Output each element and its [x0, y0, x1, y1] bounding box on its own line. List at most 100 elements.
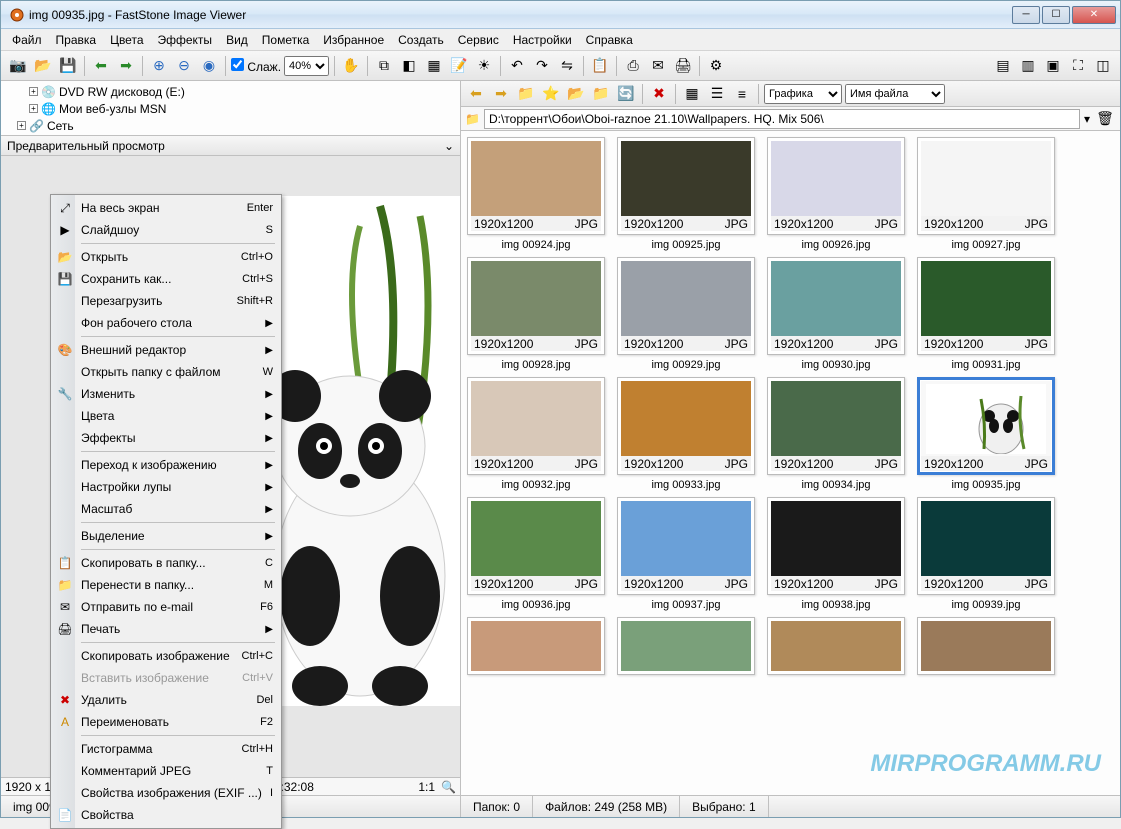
folder1-icon[interactable]: 📂: [565, 83, 587, 105]
thumb-item[interactable]: 1920x1200JPGimg 00926.jpg: [767, 137, 905, 251]
minimize-button[interactable]: ─: [1012, 6, 1040, 24]
forward-icon[interactable]: ➡: [490, 83, 512, 105]
path-input[interactable]: D:\торрент\Обои\Oboi-raznoe 21.10\Wallpa…: [484, 109, 1080, 129]
thumb-item[interactable]: [917, 617, 1055, 675]
context-menu-item[interactable]: ГистограммаCtrl+H: [53, 738, 279, 760]
context-menu-item[interactable]: ⤢На весь экранEnter: [53, 197, 279, 219]
thumb-item[interactable]: 1920x1200JPGimg 00938.jpg: [767, 497, 905, 611]
context-menu-item[interactable]: Открыть папку с файломW: [53, 361, 279, 383]
context-menu-item[interactable]: Эффекты▶: [53, 427, 279, 449]
crop-icon[interactable]: ⧉: [373, 55, 395, 77]
thumb-item[interactable]: 1920x1200JPGimg 00930.jpg: [767, 257, 905, 371]
fav-icon[interactable]: ⭐: [540, 83, 562, 105]
thumb-item[interactable]: 1920x1200JPGimg 00936.jpg: [467, 497, 605, 611]
resize-icon[interactable]: ◧: [398, 55, 420, 77]
context-menu-item[interactable]: Настройки лупы▶: [53, 476, 279, 498]
rotate-right-icon[interactable]: ↷: [531, 55, 553, 77]
view2-icon[interactable]: ▥: [1017, 55, 1039, 77]
next-icon[interactable]: ➡: [115, 55, 137, 77]
context-menu-item[interactable]: ✖УдалитьDel: [53, 689, 279, 711]
context-menu-item[interactable]: Скопировать изображениеCtrl+C: [53, 645, 279, 667]
rotate-left-icon[interactable]: ↶: [506, 55, 528, 77]
context-menu-item[interactable]: Цвета▶: [53, 405, 279, 427]
context-menu-item[interactable]: 📁Перенести в папку...M: [53, 574, 279, 596]
context-menu-item[interactable]: Фон рабочего стола▶: [53, 312, 279, 334]
context-menu-item[interactable]: 💾Сохранить как...Ctrl+S: [53, 268, 279, 290]
tree-item[interactable]: +💿DVD RW дисковод (E:): [5, 83, 456, 100]
detail-icon[interactable]: ≡: [731, 83, 753, 105]
menu-сервис[interactable]: Сервис: [451, 31, 506, 49]
up-icon[interactable]: 📁: [515, 83, 537, 105]
thumb-item[interactable]: [767, 617, 905, 675]
menu-настройки[interactable]: Настройки: [506, 31, 579, 49]
back-icon[interactable]: ⬅: [465, 83, 487, 105]
menu-вид[interactable]: Вид: [219, 31, 255, 49]
view3-icon[interactable]: ▣: [1042, 55, 1064, 77]
thumb-item[interactable]: 1920x1200JPGimg 00933.jpg: [617, 377, 755, 491]
context-menu-item[interactable]: Переход к изображению▶: [53, 454, 279, 476]
thumbnail-grid[interactable]: 1920x1200JPGimg 00924.jpg1920x1200JPGimg…: [461, 131, 1120, 795]
zoom-out-icon[interactable]: ⊖: [173, 55, 195, 77]
thumb-item[interactable]: 1920x1200JPGimg 00927.jpg: [917, 137, 1055, 251]
context-menu-item[interactable]: 📋Скопировать в папку...C: [53, 552, 279, 574]
thumb-item[interactable]: 1920x1200JPGimg 00931.jpg: [917, 257, 1055, 371]
expand-icon[interactable]: +: [29, 104, 38, 113]
prev-icon[interactable]: ⬅: [90, 55, 112, 77]
refresh-icon[interactable]: 🔄: [615, 83, 637, 105]
zoom-in-icon[interactable]: ⊕: [148, 55, 170, 77]
grid-icon[interactable]: ▦: [681, 83, 703, 105]
thumb-item[interactable]: 1920x1200JPGimg 00937.jpg: [617, 497, 755, 611]
context-menu-item[interactable]: 🔧Изменить▶: [53, 383, 279, 405]
settings-icon[interactable]: ⚙: [705, 55, 727, 77]
thumb-item[interactable]: 1920x1200JPGimg 00934.jpg: [767, 377, 905, 491]
clipboard-icon[interactable]: 📋: [589, 55, 611, 77]
context-menu-item[interactable]: 🖨Печать▶: [53, 618, 279, 640]
view1-icon[interactable]: ▤: [992, 55, 1014, 77]
print-icon[interactable]: 🖨: [672, 55, 694, 77]
hand-icon[interactable]: ✋: [340, 55, 362, 77]
tree-item[interactable]: +🌐Мои веб-узлы MSN: [5, 100, 456, 117]
menu-создать[interactable]: Создать: [391, 31, 451, 49]
flip-icon[interactable]: ⇋: [556, 55, 578, 77]
thumb-item[interactable]: 1920x1200JPGimg 00925.jpg: [617, 137, 755, 251]
compare-icon[interactable]: ◫: [1092, 55, 1114, 77]
tree-item[interactable]: +🔗Сеть: [5, 117, 456, 134]
maximize-button[interactable]: ☐: [1042, 6, 1070, 24]
expand-icon[interactable]: +: [17, 121, 26, 130]
view-select[interactable]: Графика: [764, 84, 842, 104]
context-menu-item[interactable]: 📄Свойства: [53, 804, 279, 826]
expand-icon[interactable]: +: [29, 87, 38, 96]
thumb-item[interactable]: 1920x1200JPGimg 00929.jpg: [617, 257, 755, 371]
context-menu-item[interactable]: Масштаб▶: [53, 498, 279, 520]
save-icon[interactable]: 💾: [57, 55, 79, 77]
menu-эффекты[interactable]: Эффекты: [151, 31, 220, 49]
context-menu-item[interactable]: 🎨Внешний редактор▶: [53, 339, 279, 361]
thumb-item[interactable]: 1920x1200JPGimg 00928.jpg: [467, 257, 605, 371]
context-menu-item[interactable]: Выделение▶: [53, 525, 279, 547]
menu-справка[interactable]: Справка: [579, 31, 640, 49]
context-menu-item[interactable]: ▶СлайдшоуS: [53, 219, 279, 241]
fullscreen-icon[interactable]: ⛶: [1067, 55, 1089, 77]
dropdown-icon[interactable]: ▾: [1084, 112, 1090, 126]
sort-select[interactable]: Имя файла: [845, 84, 945, 104]
context-menu-item[interactable]: ПерезагрузитьShift+R: [53, 290, 279, 312]
close-button[interactable]: ✕: [1072, 6, 1116, 24]
thumb-item[interactable]: 1920x1200JPGimg 00932.jpg: [467, 377, 605, 491]
canvas-icon[interactable]: ▦: [423, 55, 445, 77]
menu-пометка[interactable]: Пометка: [255, 31, 317, 49]
zoom-icon[interactable]: 🔍: [441, 780, 456, 794]
thumb-item[interactable]: 1920x1200JPGimg 00924.jpg: [467, 137, 605, 251]
adjust-icon[interactable]: ☀: [473, 55, 495, 77]
thumb-item[interactable]: 1920x1200JPGimg 00935.jpg: [917, 377, 1055, 491]
folder2-icon[interactable]: 📁: [590, 83, 612, 105]
capture-icon[interactable]: 📷: [7, 55, 29, 77]
context-menu-item[interactable]: ✉Отправить по e-mailF6: [53, 596, 279, 618]
menu-избранное[interactable]: Избранное: [316, 31, 391, 49]
menu-правка[interactable]: Правка: [49, 31, 104, 49]
zoom-fit-icon[interactable]: ◉: [198, 55, 220, 77]
collapse-icon[interactable]: ⌄: [444, 139, 454, 153]
text-icon[interactable]: 📝: [448, 55, 470, 77]
context-menu-item[interactable]: 📂ОткрытьCtrl+O: [53, 246, 279, 268]
thumb-item[interactable]: [467, 617, 605, 675]
context-menu-item[interactable]: Комментарий JPEGT: [53, 760, 279, 782]
